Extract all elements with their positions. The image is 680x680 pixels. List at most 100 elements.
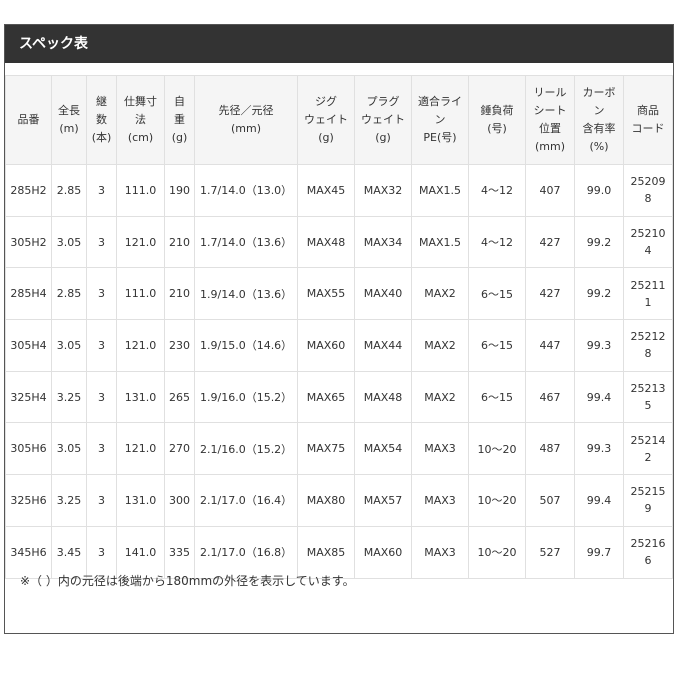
product-code-line: 25213: [630, 382, 666, 396]
closed-length-cell: 121.0: [116, 422, 165, 476]
header-plug-weight-line: プラグ: [366, 95, 400, 108]
pieces-cell: 3: [86, 319, 117, 372]
footnote: ※（ ）内の元径は後端から180mmの外径を表示しています。: [20, 574, 355, 588]
length-cell: 3.05: [51, 215, 87, 269]
closed-length-cell: 141.0: [116, 525, 165, 579]
header-model: 品番: [5, 75, 52, 165]
pieces-cell: 3: [86, 267, 117, 321]
diameter-cell: 1.9/16.0（15.2）: [194, 370, 298, 424]
header-weight: 自重 (g): [164, 75, 195, 165]
header-reel-seat-line: シート: [533, 104, 567, 117]
jig-weight-cell: MAX55: [297, 267, 355, 321]
header-pieces-line: 数: [96, 113, 107, 126]
pieces-cell: 3: [86, 474, 117, 527]
reel-seat-cell: 427: [525, 267, 575, 321]
carbon-cell: 99.3: [574, 422, 624, 476]
weight-cell: 300: [164, 474, 195, 527]
carbon-cell: 99.4: [574, 474, 624, 527]
plug-weight-cell: MAX60: [354, 525, 412, 579]
length-cell: 3.25: [51, 370, 87, 424]
pieces-cell: 3: [86, 164, 117, 217]
product-code-cell: 25213 5: [623, 370, 673, 424]
model-cell: 305H6: [5, 422, 52, 476]
reel-seat-cell: 427: [525, 215, 575, 269]
line-cell: MAX1.5: [411, 164, 469, 217]
weight-cell: 210: [164, 215, 195, 269]
header-carbon-line: 含有率: [582, 122, 616, 135]
weight-cell: 265: [164, 370, 195, 424]
sinker-cell: 6〜15: [468, 267, 526, 321]
carbon-cell: 99.7: [574, 525, 624, 579]
spec-table: 品番 全長 (m) 継数 (本) 仕舞寸法 (cm) 自重 (g) 先径／元径 (mm) ジグ ウェイト…: [5, 75, 673, 579]
product-code-cell: 25216 6: [623, 525, 673, 579]
table-row: 305H4 3.05 3 121.0 230 1.9/15.0（14.6） MAX60 MAX…: [5, 319, 673, 372]
plug-weight-cell: MAX40: [354, 267, 412, 321]
carbon-cell: 99.3: [574, 319, 624, 372]
length-cell: 2.85: [51, 164, 87, 217]
table-row: 285H4 2.85 3 111.0 210 1.9/14.0（13.6） MAX55 MAX…: [5, 267, 673, 321]
diameter-cell: 1.7/14.0（13.0）: [194, 164, 298, 217]
closed-length-cell: 121.0: [116, 215, 165, 269]
header-model-line: 品番: [17, 113, 40, 126]
product-code-line: 1: [644, 295, 652, 309]
product-code-cell: 25212 8: [623, 319, 673, 372]
jig-weight-cell: MAX65: [297, 370, 355, 424]
weight-cell: 335: [164, 525, 195, 579]
reel-seat-cell: 467: [525, 370, 575, 424]
closed-length-cell: 121.0: [116, 319, 165, 372]
header-length-line: (m): [59, 122, 79, 135]
weight-cell: 210: [164, 267, 195, 321]
product-code-line: 25210: [630, 227, 666, 241]
sinker-cell: 10〜20: [468, 525, 526, 579]
sinker-cell: 6〜15: [468, 319, 526, 372]
line-cell: MAX3: [411, 525, 469, 579]
table-row: 325H6 3.25 3 131.0 300 2.1/17.0（16.4） MAX80 MAX…: [5, 474, 673, 527]
closed-length-cell: 131.0: [116, 370, 165, 424]
pieces-cell: 3: [86, 422, 117, 476]
table-body: 285H2 2.85 3 111.0 190 1.7/14.0（13.0） MAX45 MAX…: [5, 164, 673, 579]
pieces-cell: 3: [86, 370, 117, 424]
line-cell: MAX2: [411, 267, 469, 321]
product-code-line: 25209: [630, 175, 666, 189]
model-cell: 305H4: [5, 319, 52, 372]
header-plug-weight-line: ウェイト: [361, 113, 405, 126]
table-row: 325H4 3.25 3 131.0 265 1.9/16.0（15.2） MAX65 MAX…: [5, 370, 673, 424]
product-code-line: 25211: [630, 278, 666, 292]
line-cell: MAX1.5: [411, 215, 469, 269]
product-code-line: 6: [644, 554, 652, 568]
plug-weight-cell: MAX44: [354, 319, 412, 372]
reel-seat-cell: 527: [525, 525, 575, 579]
diameter-cell: 1.7/14.0（13.6）: [194, 215, 298, 269]
plug-weight-cell: MAX54: [354, 422, 412, 476]
line-cell: MAX2: [411, 319, 469, 372]
product-code-line: 5: [644, 399, 652, 413]
reel-seat-cell: 447: [525, 319, 575, 372]
line-cell: MAX2: [411, 370, 469, 424]
diameter-cell: 2.1/17.0（16.4）: [194, 474, 298, 527]
product-code-line: 8: [644, 192, 652, 206]
model-cell: 285H2: [5, 164, 52, 217]
weight-cell: 230: [164, 319, 195, 372]
length-cell: 3.25: [51, 474, 87, 527]
product-code-cell: 25214 2: [623, 422, 673, 476]
length-cell: 3.45: [51, 525, 87, 579]
table-row: 285H2 2.85 3 111.0 190 1.7/14.0（13.0） MAX45 MAX…: [5, 164, 673, 217]
header-reel-seat-line: (mm): [534, 140, 565, 153]
header-diameter-line: (mm): [230, 122, 261, 135]
carbon-cell: 99.2: [574, 267, 624, 321]
line-cell: MAX3: [411, 474, 469, 527]
product-code-cell: 25209 8: [623, 164, 673, 217]
product-code-line: 9: [644, 502, 652, 516]
product-code-line: 25212: [630, 330, 666, 344]
header-closed-length-line: (cm): [127, 131, 154, 144]
header-row: 品番 全長 (m) 継数 (本) 仕舞寸法 (cm) 自重 (g) 先径／元径 (mm) ジグ ウェイト…: [5, 75, 673, 165]
sinker-cell: 10〜20: [468, 422, 526, 476]
header-weight-line: 自: [174, 95, 185, 108]
sinker-cell: 4〜12: [468, 215, 526, 269]
header-carbon-line: カーボ: [582, 86, 616, 99]
header-jig-weight-line: ウェイト: [304, 113, 348, 126]
header-weight-line: 重: [174, 113, 185, 126]
length-cell: 3.05: [51, 422, 87, 476]
header-closed-length-line: 仕舞寸: [124, 95, 157, 108]
jig-weight-cell: MAX80: [297, 474, 355, 527]
